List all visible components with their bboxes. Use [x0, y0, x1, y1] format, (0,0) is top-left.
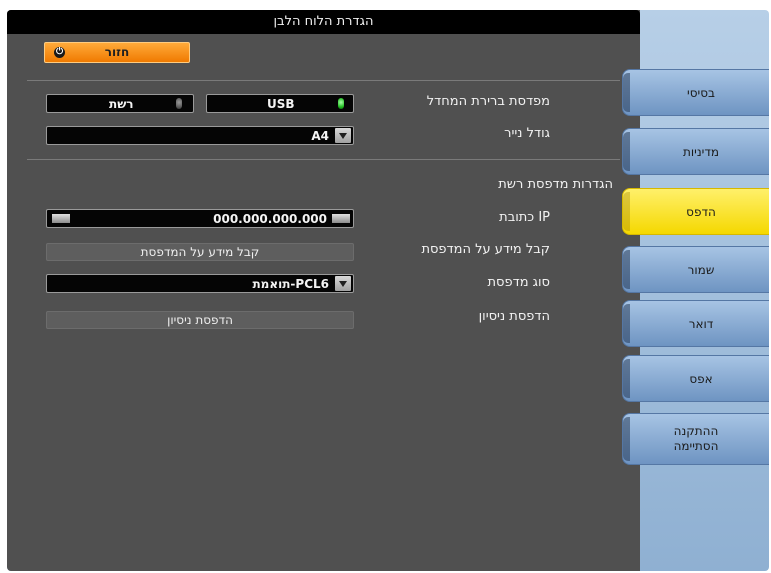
- tab-setup-complete[interactable]: ההתקנה הסתיימה: [622, 413, 769, 465]
- network-option-label: רשת: [109, 97, 134, 111]
- printer-type-label: סוג מדפסת: [487, 275, 551, 290]
- usb-option[interactable]: USB: [206, 94, 354, 113]
- default-printer-label: מפדסת ברירת המחדל: [426, 94, 550, 109]
- tab-mail-label: דואר: [688, 316, 714, 331]
- tab-mail[interactable]: דואר: [622, 300, 769, 347]
- window-title: הגדרת הלוח הלבן: [7, 10, 640, 34]
- ip-address-field[interactable]: 000.000.000.000: [46, 209, 354, 228]
- slider-end-icon: [332, 214, 350, 223]
- paper-size-value: A4: [311, 129, 329, 143]
- back-button-label: חזור: [104, 45, 130, 59]
- tab-print[interactable]: הדפס: [622, 188, 769, 235]
- tab-basic-label: בסיסי: [687, 85, 715, 100]
- usb-option-label: USB: [267, 97, 295, 111]
- ip-address-value: 000.000.000.000: [213, 212, 327, 226]
- tab-policy-label: מדיניות: [682, 144, 720, 159]
- test-print-button[interactable]: הדפסת ניסיון: [46, 311, 354, 329]
- network-option[interactable]: רשת: [46, 94, 194, 113]
- network-section-header: הגדרות מדפסת רשת: [498, 177, 613, 192]
- printer-type-value: תואמת-PCL6: [252, 277, 329, 291]
- divider: [27, 80, 620, 81]
- back-button[interactable]: ⏻ חזור: [44, 42, 190, 63]
- printer-type-dropdown[interactable]: תואמת-PCL6: [46, 274, 354, 293]
- test-print-label: הדפסת ניסיון: [478, 309, 550, 324]
- printer-info-label: קבל מידע על המדפסת: [421, 242, 550, 257]
- tab-policy[interactable]: מדיניות: [622, 128, 769, 175]
- chevron-down-icon: [335, 128, 351, 143]
- usb-indicator-icon: [338, 98, 344, 109]
- tab-edge: [623, 359, 630, 398]
- paper-size-dropdown[interactable]: A4: [46, 126, 354, 145]
- tab-edge: [623, 132, 630, 171]
- chevron-down-icon: [335, 276, 351, 291]
- network-indicator-icon: [176, 98, 182, 109]
- tab-save[interactable]: שמור: [622, 246, 769, 293]
- ip-address-label: כתובת IP: [499, 210, 550, 225]
- slider-handle-icon: [52, 214, 70, 223]
- tab-basic[interactable]: בסיסי: [622, 69, 769, 116]
- get-printer-info-button[interactable]: קבל מידע על המדפסת: [46, 243, 354, 261]
- settings-panel: הגדרת הלוח הלבן ⏻ חזור מפדסת ברירת המחדל…: [7, 10, 640, 571]
- tab-print-label: הדפס: [686, 204, 716, 219]
- paper-size-label: גודל נייר: [504, 126, 550, 141]
- tab-setup-complete-label: ההתקנה הסתיימה: [673, 424, 719, 453]
- tab-edge: [623, 250, 630, 289]
- tab-edge: [623, 417, 630, 461]
- settings-window: הגדרת הלוח הלבן ⏻ חזור מפדסת ברירת המחדל…: [7, 10, 769, 571]
- tab-edge: [623, 73, 630, 112]
- tab-save-label: שמור: [687, 262, 715, 277]
- tab-edge: [623, 192, 630, 231]
- tab-edge: [623, 304, 630, 343]
- tab-reset[interactable]: אפס: [622, 355, 769, 402]
- tab-reset-label: אפס: [689, 371, 713, 386]
- divider: [27, 159, 620, 160]
